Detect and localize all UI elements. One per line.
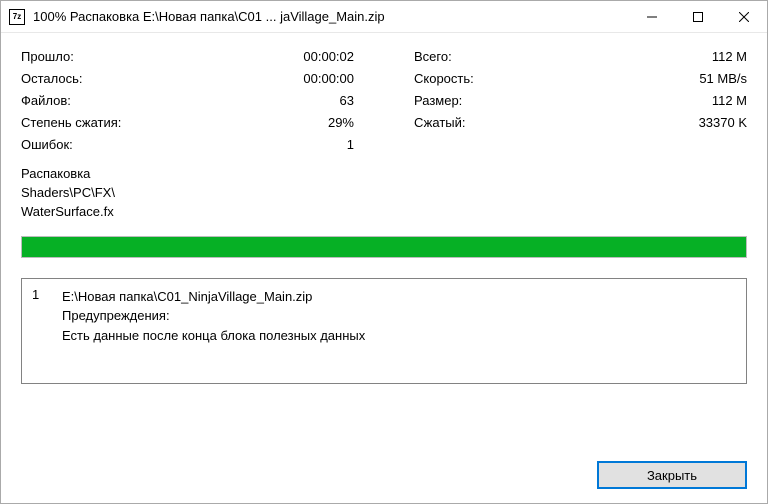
- files-label: Файлов:: [21, 93, 71, 108]
- size-value: 112 M: [712, 93, 747, 108]
- stat-elapsed: Прошло: 00:00:02: [21, 49, 354, 64]
- files-value: 63: [340, 93, 354, 108]
- stat-size: Размер: 112 M: [414, 93, 747, 108]
- remaining-label: Осталось:: [21, 71, 83, 86]
- stat-speed: Скорость: 51 MB/s: [414, 71, 747, 86]
- operation-label: Распаковка: [21, 165, 747, 184]
- stats-left-column: Прошло: 00:00:02 Осталось: 00:00:00 Файл…: [21, 49, 354, 152]
- stat-errors: Ошибок: 1: [21, 137, 354, 152]
- stat-total: Всего: 112 M: [414, 49, 747, 64]
- dialog-content: Прошло: 00:00:02 Осталось: 00:00:00 Файл…: [1, 33, 767, 503]
- compressed-label: Сжатый:: [414, 115, 466, 130]
- maximize-button[interactable]: [675, 1, 721, 32]
- errors-value: 1: [347, 137, 354, 152]
- window-controls: [629, 1, 767, 32]
- window-title: 100% Распаковка E:\Новая папка\C01 ... j…: [33, 9, 629, 24]
- minimize-button[interactable]: [629, 1, 675, 32]
- message-body: E:\Новая папка\C01_NinjaVillage_Main.zip…: [62, 287, 736, 346]
- message-number: 1: [32, 287, 44, 346]
- dialog-window: 7z 100% Распаковка E:\Новая папка\C01 ..…: [0, 0, 768, 504]
- elapsed-label: Прошло:: [21, 49, 74, 64]
- errors-label: Ошибок:: [21, 137, 73, 152]
- stat-ratio: Степень сжатия: 29%: [21, 115, 354, 130]
- compressed-value: 33370 K: [699, 115, 747, 130]
- ratio-label: Степень сжатия:: [21, 115, 121, 130]
- stat-files: Файлов: 63: [21, 93, 354, 108]
- total-label: Всего:: [414, 49, 452, 64]
- close-button[interactable]: Закрыть: [597, 461, 747, 489]
- message-warning-text: Есть данные после конца блока полезных д…: [62, 326, 736, 346]
- stats-right-column: Всего: 112 M Скорость: 51 MB/s Размер: 1…: [414, 49, 747, 152]
- progress-fill: [22, 237, 746, 257]
- message-warnings-label: Предупреждения:: [62, 306, 736, 326]
- stat-compressed: Сжатый: 33370 K: [414, 115, 747, 130]
- total-value: 112 M: [712, 49, 747, 64]
- ratio-value: 29%: [328, 115, 354, 130]
- close-window-button[interactable]: [721, 1, 767, 32]
- speed-value: 51 MB/s: [699, 71, 747, 86]
- stat-remaining: Осталось: 00:00:00: [21, 71, 354, 86]
- current-path-line1: Shaders\PC\FX\: [21, 184, 747, 203]
- stats-grid: Прошло: 00:00:02 Осталось: 00:00:00 Файл…: [21, 49, 747, 152]
- maximize-icon: [693, 12, 703, 22]
- dialog-footer: Закрыть: [21, 447, 747, 489]
- speed-label: Скорость:: [414, 71, 474, 86]
- app-icon: 7z: [9, 9, 25, 25]
- close-icon: [739, 12, 749, 22]
- elapsed-value: 00:00:02: [303, 49, 354, 64]
- size-label: Размер:: [414, 93, 462, 108]
- remaining-value: 00:00:00: [303, 71, 354, 86]
- messages-box: 1 E:\Новая папка\C01_NinjaVillage_Main.z…: [21, 278, 747, 384]
- minimize-icon: [647, 12, 657, 22]
- titlebar: 7z 100% Распаковка E:\Новая папка\C01 ..…: [1, 1, 767, 33]
- progress-bar: [21, 236, 747, 258]
- message-row: 1 E:\Новая папка\C01_NinjaVillage_Main.z…: [32, 287, 736, 346]
- message-file: E:\Новая папка\C01_NinjaVillage_Main.zip: [62, 287, 736, 307]
- current-path-line2: WaterSurface.fx: [21, 203, 747, 222]
- status-block: Распаковка Shaders\PC\FX\ WaterSurface.f…: [21, 165, 747, 222]
